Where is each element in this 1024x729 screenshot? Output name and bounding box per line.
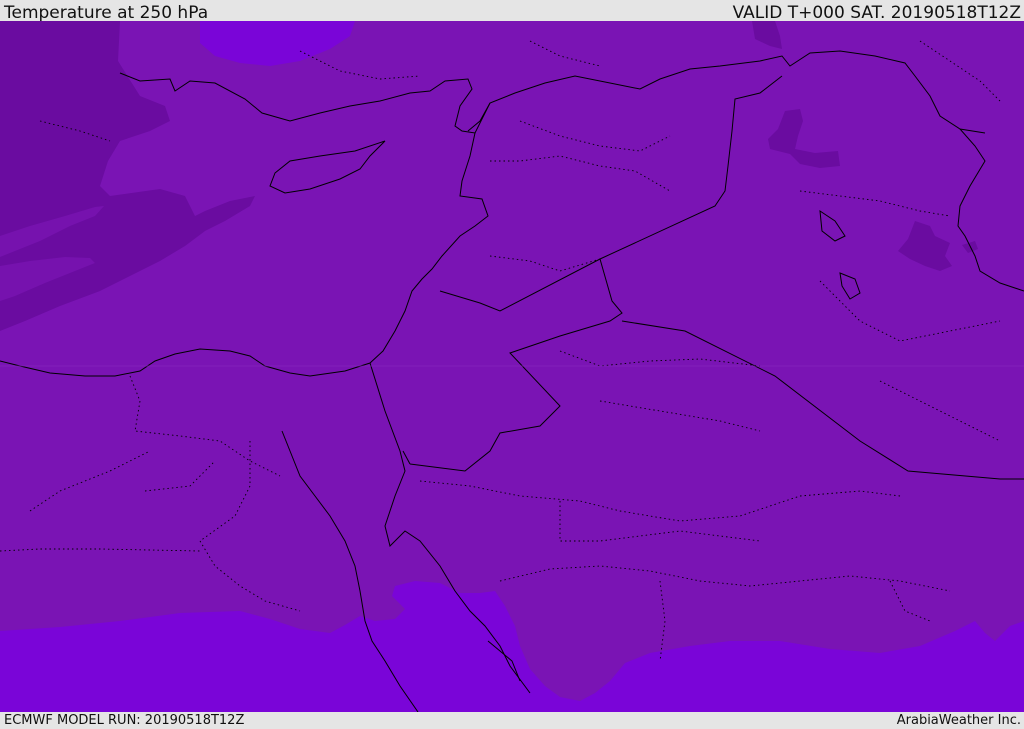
map-figure: Temperature at 250 hPa VALID T+000 SAT. … <box>0 0 1024 729</box>
temperature-map-svg <box>0 21 1024 712</box>
model-run-label: ECMWF MODEL RUN: 20190518T12Z <box>4 713 245 728</box>
footer-bar: ECMWF MODEL RUN: 20190518T12Z ArabiaWeat… <box>0 712 1024 729</box>
header-bar: Temperature at 250 hPa VALID T+000 SAT. … <box>0 0 1024 23</box>
map-canvas <box>0 21 1024 712</box>
credit-label: ArabiaWeather Inc. <box>896 713 1021 728</box>
